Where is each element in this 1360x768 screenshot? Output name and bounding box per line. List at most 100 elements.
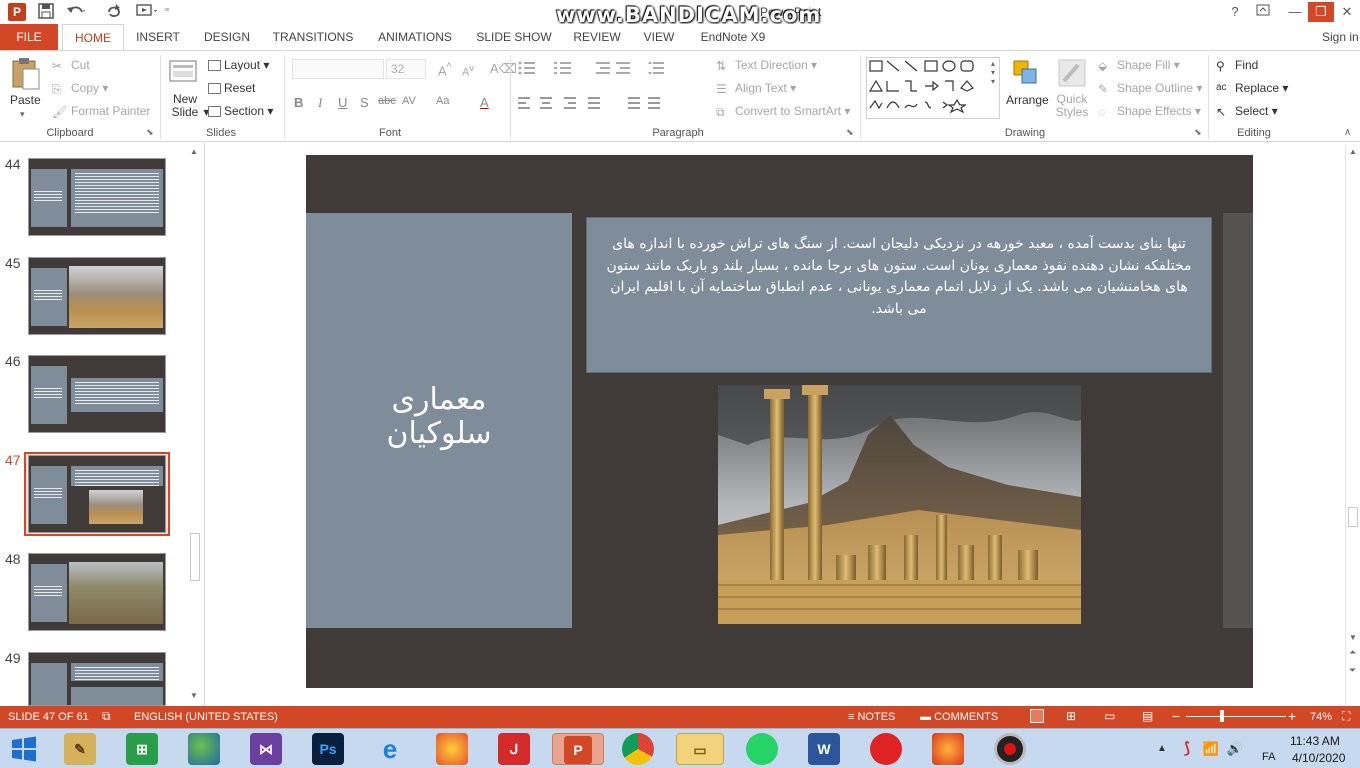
red-app-icon[interactable] xyxy=(870,733,902,765)
shapes-scroll-icon[interactable]: ▴ ▾ ▾ xyxy=(991,59,995,86)
slide-thumbnail-49[interactable] xyxy=(28,652,166,706)
decrease-indent-icon[interactable] xyxy=(596,61,632,78)
tab-review[interactable]: REVIEW xyxy=(570,24,624,50)
notes-button[interactable]: ≡ NOTES xyxy=(848,711,895,723)
grow-font-button[interactable]: A^ xyxy=(438,61,452,78)
shape-fill-button[interactable]: ⬙ Shape Fill ▾ xyxy=(1098,58,1180,73)
thumbnail-scroll-thumb[interactable] xyxy=(190,533,200,581)
paste-icon[interactable] xyxy=(10,57,42,90)
clock-date[interactable]: 4/10/2020 xyxy=(1292,751,1345,765)
save-icon[interactable] xyxy=(38,3,54,21)
slide-thumbnail-48[interactable] xyxy=(28,553,166,631)
powerpoint-taskbar-button[interactable]: P xyxy=(552,733,604,765)
clock-time[interactable]: 11:43 AM xyxy=(1290,734,1340,748)
tab-endnote[interactable]: EndNote X9 xyxy=(696,24,770,50)
italic-button[interactable]: I xyxy=(318,95,322,111)
spell-check-icon[interactable]: ⧉ xyxy=(102,709,111,724)
numbering-icon[interactable] xyxy=(554,61,572,78)
tab-insert[interactable]: INSERT xyxy=(132,24,184,50)
close-button[interactable]: ✕ xyxy=(1334,2,1360,22)
find-button[interactable]: ⚲ Find xyxy=(1216,58,1258,73)
minimize-button[interactable]: — xyxy=(1282,2,1308,22)
strikethrough-button[interactable]: abc xyxy=(378,95,396,107)
start-button-icon[interactable] xyxy=(8,733,40,765)
help-button[interactable]: ? xyxy=(1222,2,1248,22)
quick-styles-button[interactable]: Quick Styles xyxy=(1054,93,1090,119)
arrange-button[interactable]: Arrange xyxy=(1006,93,1049,107)
tray-acrobat-icon[interactable]: ⟆ xyxy=(1176,733,1198,765)
slideshow-view-icon[interactable]: ▤ xyxy=(1142,709,1153,723)
scroll-up-icon[interactable]: ▲ xyxy=(190,147,198,156)
new-slide-icon[interactable] xyxy=(168,57,200,89)
slide-scroll-thumb[interactable] xyxy=(1348,507,1358,527)
section-button[interactable]: Section ▾ xyxy=(208,104,273,118)
powerpoint-icon[interactable]: P xyxy=(8,3,26,21)
firefox-icon[interactable] xyxy=(436,733,468,765)
slide-sorter-icon[interactable]: ⊞ xyxy=(1066,709,1076,723)
reading-view-icon[interactable]: ▭ xyxy=(1104,709,1115,723)
calculator-app-icon[interactable]: ⊞ xyxy=(126,733,158,765)
slide-scrollbar[interactable]: ▲ ▼ ⏶ ⏷ xyxy=(1345,145,1360,705)
slide-title[interactable]: معماری سلوکیان xyxy=(306,383,572,451)
change-case-button[interactable]: Aa xyxy=(436,95,449,107)
zoom-slider[interactable] xyxy=(1186,716,1286,717)
shrink-font-button[interactable]: Av xyxy=(462,63,474,79)
shapes-gallery[interactable] xyxy=(866,57,1000,119)
customize-qat-icon[interactable]: ⁼ xyxy=(164,3,170,21)
normal-view-icon[interactable] xyxy=(1030,709,1044,723)
text-shadow-button[interactable]: S xyxy=(360,95,369,110)
convert-smartart-button[interactable]: ⧉ Convert to SmartArt ▾ xyxy=(716,104,850,119)
restore-button[interactable]: ❐ xyxy=(1308,2,1334,22)
start-slideshow-icon[interactable] xyxy=(136,3,158,21)
clear-formatting-button[interactable]: A⌫ xyxy=(490,61,517,77)
clipboard-launcher-icon[interactable]: ⬊ xyxy=(146,127,154,138)
new-slide-button[interactable]: New Slide ▾ xyxy=(170,93,210,119)
replace-button[interactable]: ac Replace ▾ xyxy=(1216,81,1288,96)
align-text-button[interactable]: ☰ Align Text ▾ xyxy=(716,81,796,96)
zoom-level[interactable]: 74% xyxy=(1310,711,1332,723)
visual-studio-icon[interactable]: ⋈ xyxy=(250,733,282,765)
tab-design[interactable]: DESIGN xyxy=(198,24,256,50)
paste-button[interactable]: Paste xyxy=(10,93,41,107)
text-direction-button[interactable]: ⇅ Text Direction ▾ xyxy=(716,58,817,73)
file-explorer-icon[interactable]: ▭ xyxy=(676,733,724,765)
undo-icon[interactable] xyxy=(66,3,86,21)
reset-button[interactable]: Reset xyxy=(208,81,255,95)
layout-button[interactable]: Layout ▾ xyxy=(208,58,269,72)
ribbon-display-options-icon[interactable] xyxy=(1250,2,1276,22)
tab-transitions[interactable]: TRANSITIONS xyxy=(270,24,356,50)
slide-thumbnail-46[interactable] xyxy=(28,355,166,433)
scroll-down-icon[interactable]: ▼ xyxy=(190,691,198,700)
collapse-ribbon-icon[interactable]: ∧ xyxy=(1344,127,1351,138)
internet-explorer-icon[interactable]: e xyxy=(374,733,406,765)
tab-home[interactable]: HOME xyxy=(62,24,124,51)
underline-button[interactable]: U xyxy=(338,95,347,110)
scroll-up-icon[interactable]: ▲ xyxy=(1349,147,1357,156)
character-spacing-button[interactable]: AV xyxy=(402,95,416,107)
slide-thumbnail-44[interactable] xyxy=(28,158,166,236)
zoom-in-icon[interactable]: + xyxy=(1288,708,1296,724)
paragraph-launcher-icon[interactable]: ⬊ xyxy=(846,127,854,138)
slide-thumbnail-47[interactable] xyxy=(28,455,166,533)
tray-expand-icon[interactable]: ▲ xyxy=(1152,733,1172,765)
shape-effects-button[interactable]: ◌ Shape Effects ▾ xyxy=(1098,104,1201,119)
paste-dropdown-icon[interactable]: ▾ xyxy=(20,109,25,120)
rtl-direction-icon[interactable] xyxy=(628,97,688,112)
globe-app-icon[interactable] xyxy=(188,733,220,765)
tab-file[interactable]: FILE xyxy=(0,24,58,50)
format-painter-button[interactable]: 🖌 Format Painter xyxy=(52,104,150,119)
tab-slide-show[interactable]: SLIDE SHOW xyxy=(474,24,554,50)
whatsapp-icon[interactable] xyxy=(746,733,778,765)
cut-button[interactable]: ✂ Cut xyxy=(52,58,90,73)
align-icons[interactable] xyxy=(518,97,602,112)
bold-button[interactable]: B xyxy=(294,95,303,110)
zoom-out-icon[interactable]: − xyxy=(1172,708,1180,724)
slide-thumbnail-45[interactable] xyxy=(28,257,166,335)
tab-animations[interactable]: ANIMATIONS xyxy=(370,24,460,50)
slide-canvas[interactable]: معماری سلوکیان تنها بنای بدست آمده ، معب… xyxy=(306,155,1253,688)
sign-in-link[interactable]: Sign in xyxy=(1322,24,1360,50)
font-size-input[interactable]: 32 xyxy=(386,59,426,79)
previous-slide-icon[interactable]: ⏶ xyxy=(1349,647,1356,658)
tab-view[interactable]: VIEW xyxy=(640,24,678,50)
copy-button[interactable]: ⎘ Copy ▾ xyxy=(52,81,108,96)
